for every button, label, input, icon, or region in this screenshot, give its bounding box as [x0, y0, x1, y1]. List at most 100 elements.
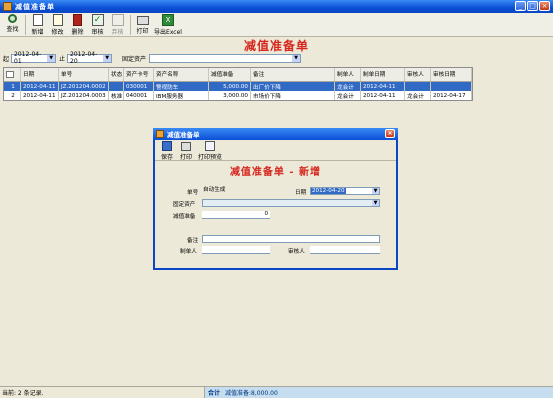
chevron-down-icon: ▼ — [47, 54, 56, 62]
status-bar: 当前: 2 条记录. 合计 减值准备:8,000.00 — [0, 386, 553, 398]
toolbar-divider — [25, 15, 26, 35]
search-label: 查找 — [6, 26, 19, 33]
column-header[interactable]: 制单人 — [335, 68, 361, 81]
from-date-value: 2012-04-01 — [14, 51, 42, 65]
print-label: 打印 — [136, 28, 149, 35]
dialog-toolbar: 保存 打印 打印预览 — [155, 140, 396, 161]
cell-audit-date: 2012-04-17 — [431, 91, 472, 100]
dialog-heading: 减值准备单 - 新增 — [229, 167, 322, 178]
cell-maker: 龙会计 — [335, 91, 361, 100]
approve-label: 审核 — [91, 29, 104, 36]
print-button[interactable]: 打印 — [133, 13, 152, 37]
delete-button[interactable]: 删除 — [68, 13, 87, 37]
window-controls: _ □ × — [515, 1, 550, 11]
grid-menu-icon[interactable] — [6, 71, 14, 78]
column-header[interactable]: 审核人 — [405, 68, 431, 81]
printer-icon — [136, 16, 149, 25]
cell-amount: 3,000.00 — [209, 91, 251, 100]
app-icon — [3, 2, 12, 11]
unapprove-button[interactable]: 弃核 — [108, 13, 127, 37]
print-preview-label: 打印预览 — [197, 154, 222, 161]
cell-auditor — [405, 82, 431, 91]
approve-icon: ✓ — [91, 14, 104, 26]
export-excel-label: 导出Excel — [154, 29, 182, 36]
edit-icon — [52, 14, 63, 26]
record-count: 当前: 2 条记录. — [0, 387, 205, 398]
column-header[interactable]: 单号 — [59, 68, 109, 81]
amount-input[interactable]: 0 — [202, 211, 270, 219]
from-label: 起 — [3, 55, 10, 63]
amount-label: 减值准备 — [173, 214, 196, 220]
column-header[interactable]: 资产名称 — [154, 68, 209, 81]
cell-doc-no: JZ.201204.0003 — [59, 91, 109, 100]
close-button[interactable]: × — [539, 1, 550, 11]
to-date-picker[interactable]: 2012-04-20 ▼ — [67, 51, 113, 65]
new-label: 新增 — [31, 29, 44, 36]
dialog-titlebar: 减值准备单 × — [153, 128, 398, 140]
cell-audit-date — [431, 82, 472, 91]
table-row[interactable]: 2 2012-04-11 JZ.201204.0003 核准 040001 IB… — [4, 91, 472, 100]
from-date-picker[interactable]: 2012-04-01 ▼ — [11, 51, 57, 65]
approve-button[interactable]: ✓ 审核 — [88, 13, 107, 37]
excel-icon: X — [162, 14, 174, 26]
print-preview-icon — [205, 141, 215, 151]
cell-asset-name: 警视防车 — [154, 82, 209, 91]
asset-label: 固定资产 — [173, 202, 196, 208]
date-value: 2012-04-20 — [311, 188, 346, 194]
column-header[interactable]: 审核日期 — [431, 68, 472, 81]
note-input[interactable] — [202, 235, 380, 243]
table-row[interactable]: 1 2012-04-11 JZ.201204.0002 030001 警视防车 … — [4, 82, 472, 91]
chevron-down-icon: ▼ — [372, 200, 379, 206]
dialog-print-button[interactable]: 打印 — [177, 140, 195, 164]
column-header[interactable]: 减值准备 — [209, 68, 251, 81]
print-preview-button[interactable]: 打印预览 — [196, 140, 224, 164]
search-icon — [8, 14, 17, 23]
trash-icon — [73, 14, 82, 26]
export-excel-button[interactable]: X 导出Excel — [153, 13, 183, 37]
edit-label: 修改 — [51, 29, 64, 36]
cell-amount: 5,000.00 — [209, 82, 251, 91]
minimize-button[interactable]: _ — [515, 1, 526, 11]
maximize-button[interactable]: □ — [527, 1, 538, 11]
column-header[interactable]: 制单日期 — [361, 68, 405, 81]
doc-no-label: 单号 — [187, 190, 199, 196]
window-titlebar: 减值准备单 _ □ × — [0, 0, 553, 13]
toolbar-divider — [130, 15, 131, 35]
note-label: 备注 — [187, 238, 199, 244]
unapprove-icon — [111, 14, 124, 26]
save-button[interactable]: 保存 — [158, 140, 176, 164]
asset-select[interactable]: ▼ — [202, 199, 380, 207]
auditor-field — [310, 246, 380, 254]
cell-make-date: 2012-04-11 — [361, 91, 405, 100]
window-title: 减值准备单 — [15, 2, 55, 11]
to-date-value: 2012-04-20 — [70, 51, 98, 65]
asset-filter-select[interactable]: ▼ — [149, 53, 302, 63]
column-header[interactable]: 日期 — [21, 68, 59, 81]
auditor-label: 审核人 — [288, 249, 305, 255]
dialog-print-label: 打印 — [179, 154, 192, 161]
table-header: 日期 单号 状态 资产卡号 资产名称 减值准备 备注 制单人 制单日期 审核人 … — [4, 68, 472, 82]
cell-card-no: 030001 — [124, 82, 154, 91]
unapprove-label: 弃核 — [111, 29, 124, 36]
column-header[interactable]: 备注 — [251, 68, 335, 81]
doc-no-field: 自动生成 — [203, 187, 226, 193]
save-label: 保存 — [160, 154, 173, 161]
cell-card-no: 040001 — [124, 91, 154, 100]
search-button[interactable]: 查找 — [3, 13, 22, 37]
delete-label: 删除 — [71, 29, 84, 36]
cell-note: 出厂价下降 — [251, 82, 335, 91]
save-icon — [162, 141, 172, 151]
new-button[interactable]: 新增 — [28, 13, 47, 37]
dialog-close-button[interactable]: × — [385, 129, 395, 138]
cell-asset-name: IBM服务器 — [154, 91, 209, 100]
date-label: 日期 — [295, 190, 307, 196]
dialog-app-icon — [156, 130, 164, 138]
date-picker[interactable]: 2012-04-20 ▼ — [310, 187, 380, 195]
edit-button[interactable]: 修改 — [48, 13, 67, 37]
totals-panel: 合计 减值准备:8,000.00 — [205, 387, 553, 398]
column-header[interactable]: 资产卡号 — [124, 68, 154, 81]
records-table: 日期 单号 状态 资产卡号 资产名称 减值准备 备注 制单人 制单日期 审核人 … — [3, 67, 473, 101]
totals-value: 减值准备:8,000.00 — [225, 390, 278, 397]
column-header[interactable]: 状态 — [109, 68, 124, 81]
cell-maker: 龙会计 — [335, 82, 361, 91]
